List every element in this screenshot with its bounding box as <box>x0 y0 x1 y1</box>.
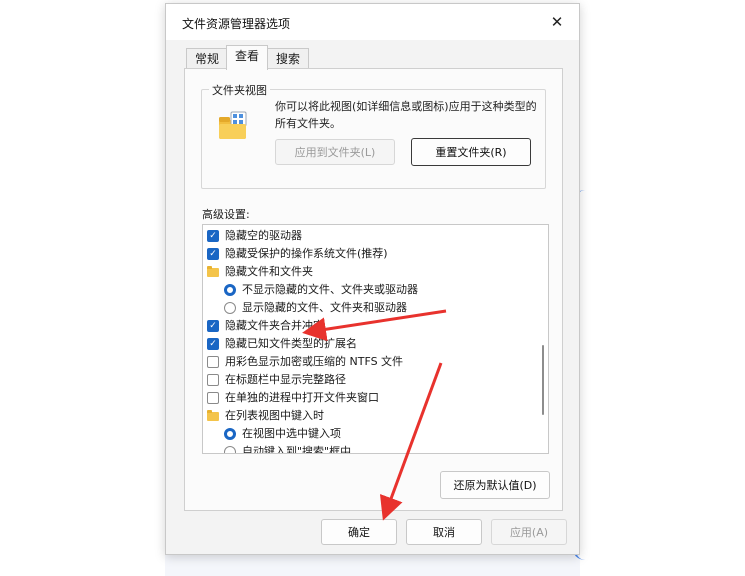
view-tab-panel: 文件夹视图 你可以将此视图(如详细信息或图标)应用于这种类型的所有文件夹。 应用… <box>184 68 563 511</box>
background-right <box>580 0 745 576</box>
radio-selected-icon <box>224 284 236 296</box>
setting-label: 显示隐藏的文件、文件夹和驱动器 <box>242 301 407 314</box>
folder-views-description: 你可以将此视图(如详细信息或图标)应用于这种类型的所有文件夹。 <box>275 100 537 130</box>
background-left <box>0 0 165 576</box>
setting-full-path-in-title[interactable]: 在标题栏中显示完整路径 <box>207 371 346 389</box>
cancel-button[interactable]: 取消 <box>406 519 482 545</box>
restore-defaults-button[interactable]: 还原为默认值(D) <box>440 471 550 499</box>
window-title: 文件资源管理器选项 <box>182 17 291 31</box>
tab-search[interactable]: 搜索 <box>267 48 310 69</box>
setting-label: 在列表视图中键入时 <box>225 409 324 422</box>
setting-type-into-search[interactable]: 自动键入到"搜索"框中 <box>224 443 352 454</box>
apply-button[interactable]: 应用(A) <box>491 519 567 545</box>
file-explorer-options-dialog: 文件资源管理器选项 ✕ 常规 查看 搜索 文件夹视图 你可以将此视图(如详细信息… <box>165 3 580 555</box>
setting-group-hidden-files: 隐藏文件和文件夹 <box>207 263 313 281</box>
setting-hide-known-extensions[interactable]: ✓ 隐藏已知文件类型的扩展名 <box>207 335 357 353</box>
setting-separate-process[interactable]: 在单独的进程中打开文件夹窗口 <box>207 389 379 407</box>
close-icon: ✕ <box>550 13 564 31</box>
setting-label: 在标题栏中显示完整路径 <box>225 373 346 386</box>
setting-label: 不显示隐藏的文件、文件夹或驱动器 <box>242 283 418 296</box>
advanced-settings-list[interactable]: ✓ 隐藏空的驱动器 ✓ 隐藏受保护的操作系统文件(推荐) 隐藏文件和文件夹 不显… <box>202 224 549 454</box>
setting-label: 隐藏文件和文件夹 <box>225 265 313 278</box>
list-scrollbar[interactable] <box>542 345 544 415</box>
title-bar: 文件资源管理器选项 ✕ <box>166 4 579 40</box>
checkbox-unchecked-icon <box>207 392 219 404</box>
setting-hide-empty-drives[interactable]: ✓ 隐藏空的驱动器 <box>207 227 302 245</box>
setting-label: 隐藏文件夹合并冲突 <box>225 319 324 332</box>
setting-group-typing-in-list-view: 在列表视图中键入时 <box>207 407 324 425</box>
folder-icon <box>207 265 219 277</box>
setting-label: 在单独的进程中打开文件夹窗口 <box>225 391 379 404</box>
setting-label: 隐藏受保护的操作系统文件(推荐) <box>225 247 388 260</box>
close-button[interactable]: ✕ <box>535 4 579 40</box>
reset-folders-button[interactable]: 重置文件夹(R) <box>411 138 531 166</box>
checkbox-checked-icon: ✓ <box>207 248 219 260</box>
checkbox-checked-icon: ✓ <box>207 230 219 242</box>
advanced-settings-label: 高级设置: <box>202 208 250 221</box>
radio-unselected-icon <box>224 302 236 314</box>
setting-label: 自动键入到"搜索"框中 <box>242 445 352 454</box>
checkbox-unchecked-icon <box>207 356 219 368</box>
tab-view[interactable]: 查看 <box>226 45 269 70</box>
radio-unselected-icon <box>224 446 236 453</box>
checkbox-unchecked-icon <box>207 374 219 386</box>
ok-button[interactable]: 确定 <box>321 519 397 545</box>
radio-selected-icon <box>224 428 236 440</box>
folder-icon <box>207 409 219 421</box>
background-bottom <box>165 553 580 576</box>
checkbox-checked-icon: ✓ <box>207 320 219 332</box>
setting-hide-protected-os-files[interactable]: ✓ 隐藏受保护的操作系统文件(推荐) <box>207 245 388 263</box>
setting-color-encrypted-ntfs[interactable]: 用彩色显示加密或压缩的 NTFS 文件 <box>207 353 403 371</box>
setting-show-hidden[interactable]: 显示隐藏的文件、文件夹和驱动器 <box>224 299 407 317</box>
setting-label: 在视图中选中键入项 <box>242 427 341 440</box>
tab-general[interactable]: 常规 <box>186 48 229 69</box>
apply-to-folders-button[interactable]: 应用到文件夹(L) <box>275 139 395 165</box>
setting-hide-folder-merge-conflicts[interactable]: ✓ 隐藏文件夹合并冲突 <box>207 317 324 335</box>
folder-views-icon <box>219 111 247 139</box>
checkbox-checked-icon: ✓ <box>207 338 219 350</box>
setting-label: 隐藏已知文件类型的扩展名 <box>225 337 357 350</box>
setting-dont-show-hidden[interactable]: 不显示隐藏的文件、文件夹或驱动器 <box>224 281 418 299</box>
setting-select-typed-item[interactable]: 在视图中选中键入项 <box>224 425 341 443</box>
folder-views-group-title: 文件夹视图 <box>209 82 270 98</box>
setting-label: 用彩色显示加密或压缩的 NTFS 文件 <box>225 355 404 368</box>
setting-label: 隐藏空的驱动器 <box>225 229 302 242</box>
